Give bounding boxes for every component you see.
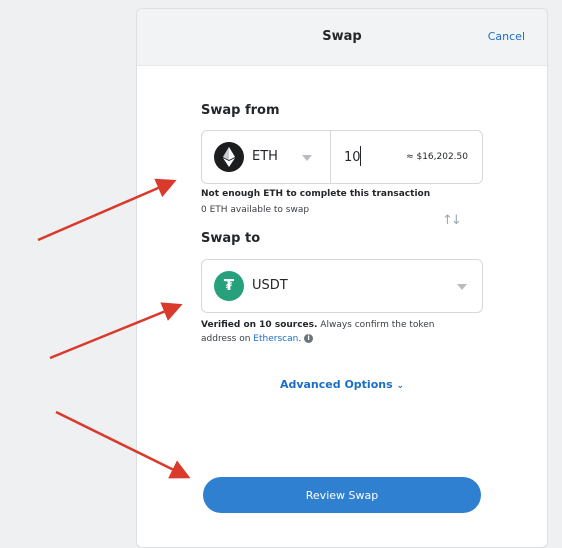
annotation-arrow (37, 178, 177, 242)
annotation-arrow (49, 302, 183, 360)
annotation-arrow (55, 410, 191, 479)
annotation-arrows (37, 178, 191, 479)
